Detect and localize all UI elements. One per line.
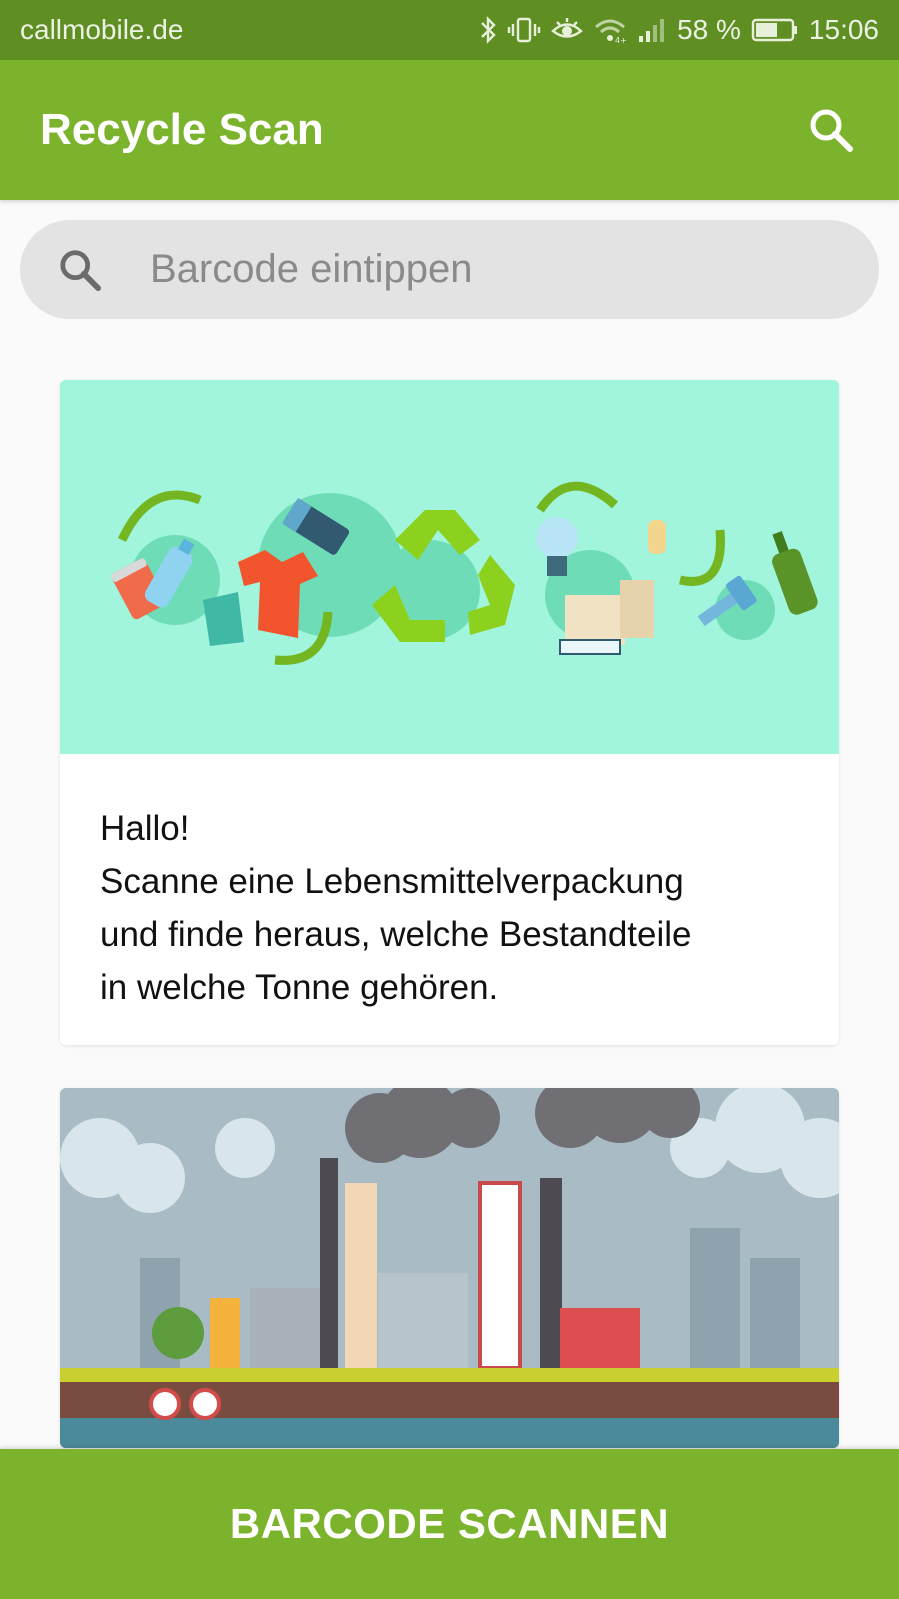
- search-icon: [50, 240, 110, 300]
- barcode-search-field[interactable]: [20, 220, 879, 319]
- wifi-icon: 4+: [593, 16, 627, 44]
- info-card: [60, 1088, 839, 1448]
- scan-barcode-button[interactable]: BARCODE SCANNEN: [0, 1449, 899, 1599]
- app-title: Recycle Scan: [40, 105, 324, 154]
- welcome-line: Scanne eine Lebensmittelverpackung: [100, 862, 684, 901]
- app-bar: Recycle Scan: [0, 60, 899, 200]
- status-bar: callmobile.de 4+ 58 % 15:06: [0, 0, 899, 60]
- welcome-line: und finde heraus, welche Bestandteile: [100, 915, 692, 954]
- welcome-line: Hallo!: [100, 809, 190, 848]
- svg-text:4+: 4+: [615, 36, 627, 44]
- status-icons: 4+ 58 % 15:06: [479, 14, 879, 46]
- clock: 15:06: [808, 14, 879, 45]
- vibrate-icon: [507, 16, 541, 44]
- search-icon[interactable]: [803, 102, 859, 158]
- carrier-label: callmobile.de: [20, 14, 184, 45]
- battery-icon: [751, 17, 799, 43]
- eye-icon: [551, 16, 583, 44]
- welcome-line: in welche Tonne gehören.: [100, 968, 499, 1007]
- factory-pollution-illustration: [60, 1088, 839, 1448]
- barcode-input[interactable]: [150, 247, 800, 292]
- welcome-card: Hallo! Scanne eine Lebensmittelverpackun…: [60, 380, 839, 1045]
- recycling-illustration: [60, 380, 839, 754]
- signal-icon: [637, 16, 667, 44]
- battery-percent: 58 %: [677, 14, 741, 45]
- welcome-message: Hallo! Scanne eine Lebensmittelverpackun…: [60, 754, 839, 1014]
- bluetooth-icon: [479, 16, 497, 44]
